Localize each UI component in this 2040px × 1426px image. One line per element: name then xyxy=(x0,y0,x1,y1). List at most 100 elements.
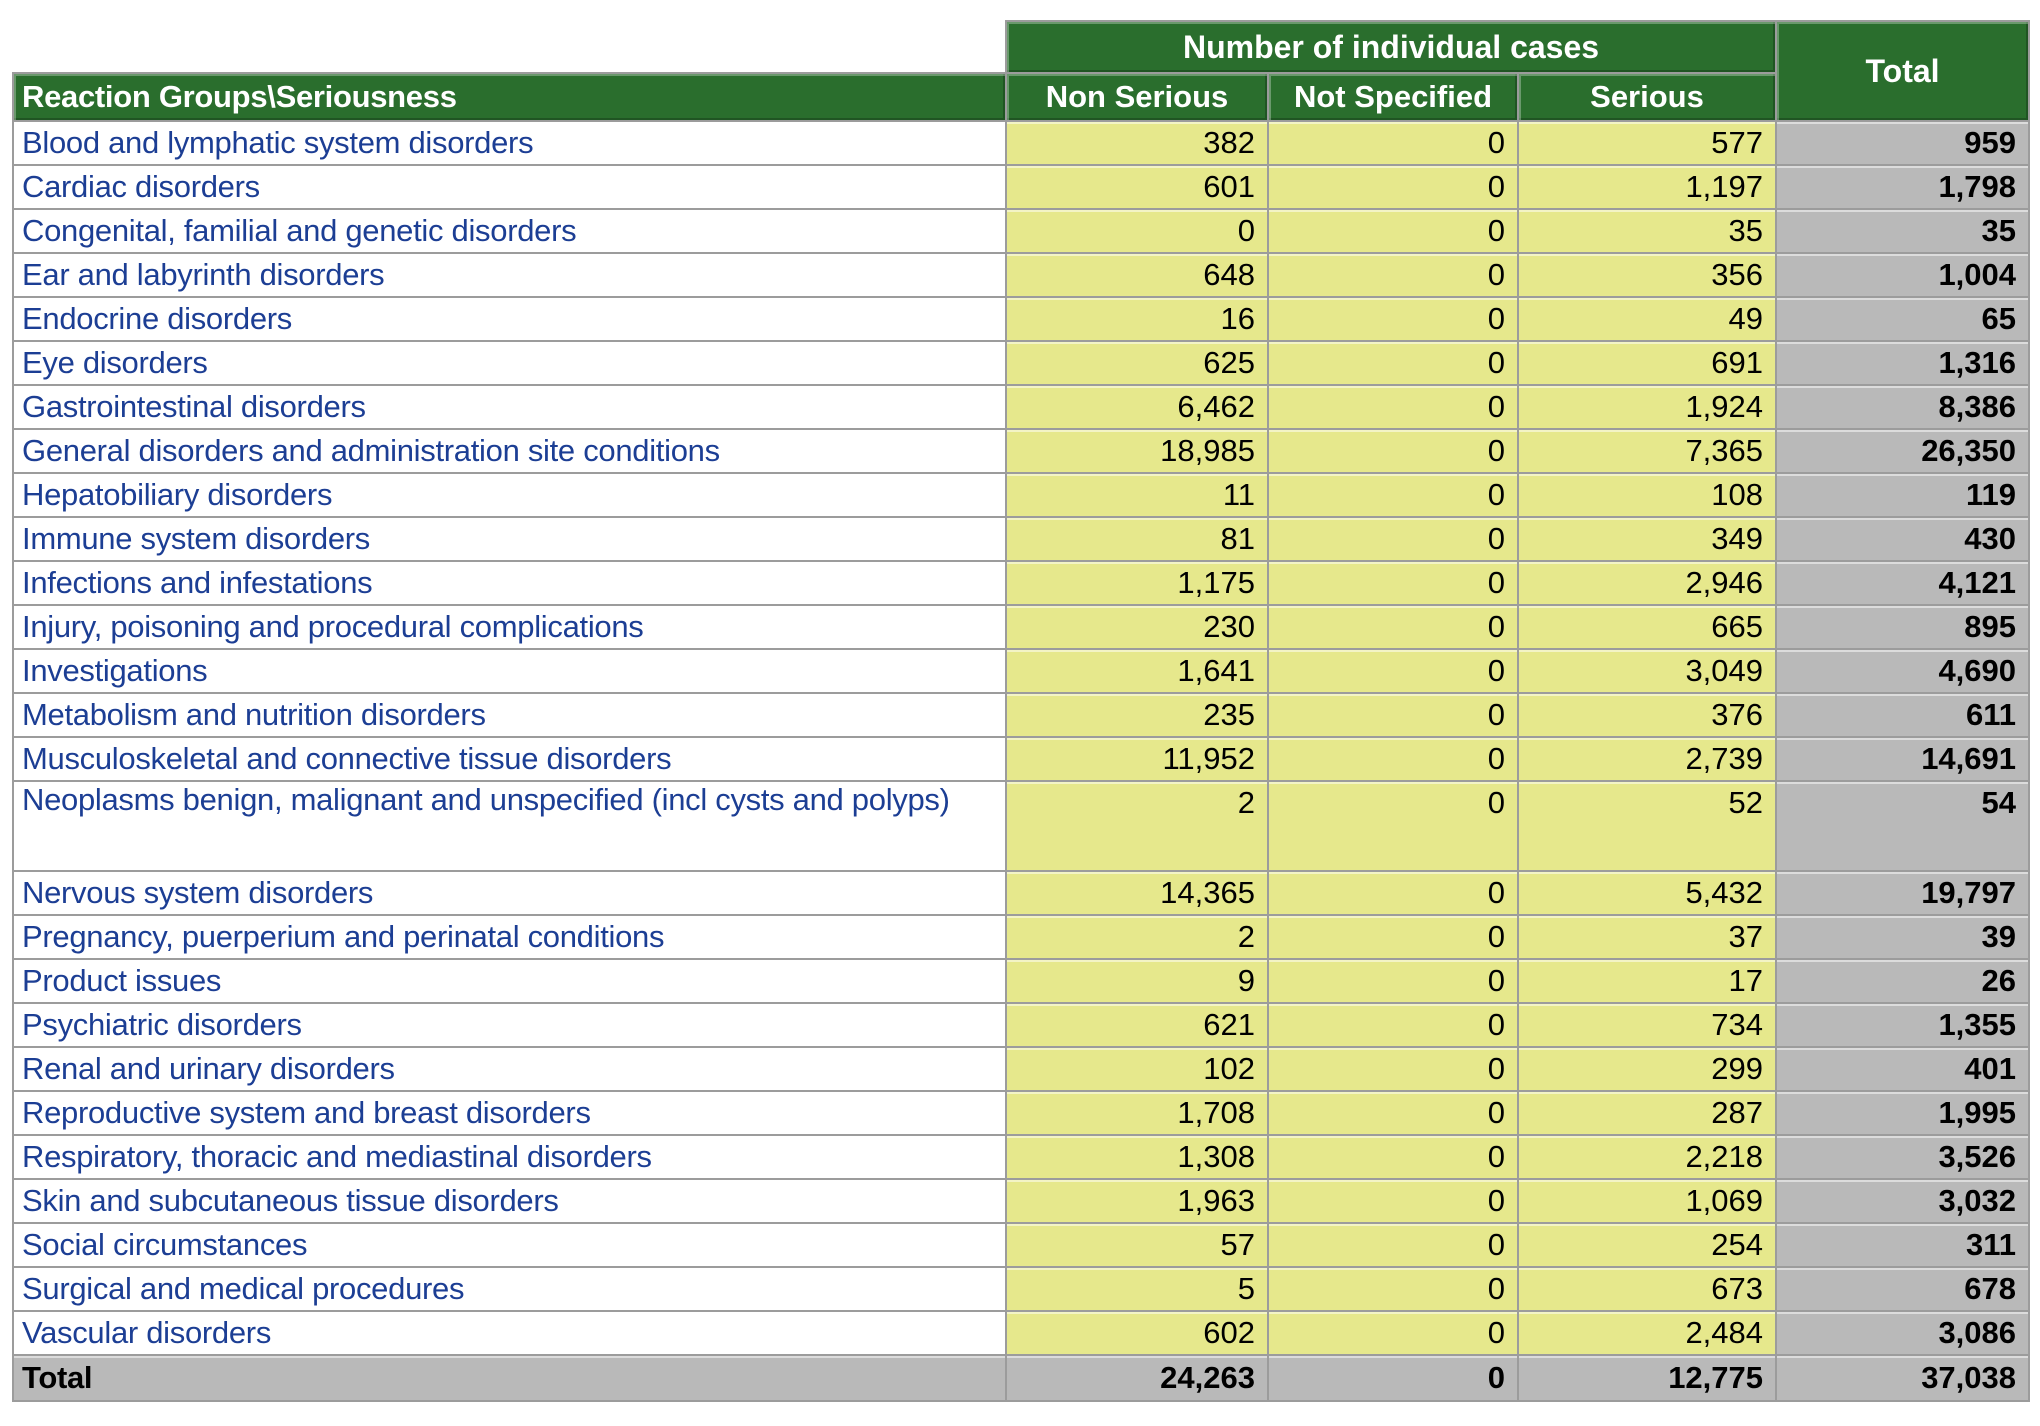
row-label-link[interactable]: Musculoskeletal and connective tissue di… xyxy=(13,737,1006,781)
not-specified-value: 0 xyxy=(1268,429,1518,473)
row-label: Eye disorders xyxy=(22,345,208,380)
row-label-link[interactable]: Metabolism and nutrition disorders xyxy=(13,693,1006,737)
row-label-link[interactable]: Ear and labyrinth disorders xyxy=(13,253,1006,297)
row-label-link[interactable]: Nervous system disorders xyxy=(13,871,1006,915)
row-label: Pregnancy, puerperium and perinatal cond… xyxy=(22,919,664,954)
non-serious-value: 11 xyxy=(1006,473,1268,517)
row-total-value: 65 xyxy=(1776,297,2029,341)
serious-value: 376 xyxy=(1518,693,1776,737)
not-specified-value: 0 xyxy=(1268,473,1518,517)
table-row: Vascular disorders60202,4843,086 xyxy=(13,1311,2029,1355)
table-row: Metabolism and nutrition disorders235037… xyxy=(13,693,2029,737)
column-header-total: Total xyxy=(1776,21,2029,121)
not-specified-value: 0 xyxy=(1268,649,1518,693)
row-label-link[interactable]: Reproductive system and breast disorders xyxy=(13,1091,1006,1135)
non-serious-value: 102 xyxy=(1006,1047,1268,1091)
row-total-value: 611 xyxy=(1776,693,2029,737)
row-total-value: 4,690 xyxy=(1776,649,2029,693)
row-label-link[interactable]: Congenital, familial and genetic disorde… xyxy=(13,209,1006,253)
table-row: Reproductive system and breast disorders… xyxy=(13,1091,2029,1135)
not-specified-value: 0 xyxy=(1268,253,1518,297)
column-header-row: Reaction Groups\Seriousness Non Serious … xyxy=(13,73,2029,121)
non-serious-value: 1,641 xyxy=(1006,649,1268,693)
table-row: Injury, poisoning and procedural complic… xyxy=(13,605,2029,649)
row-label: Reproductive system and breast disorders xyxy=(22,1095,591,1130)
row-total-value: 8,386 xyxy=(1776,385,2029,429)
row-label-link[interactable]: Endocrine disorders xyxy=(13,297,1006,341)
row-label-link[interactable]: Product issues xyxy=(13,959,1006,1003)
row-total-value: 430 xyxy=(1776,517,2029,561)
row-label-link[interactable]: Renal and urinary disorders xyxy=(13,1047,1006,1091)
row-label-link[interactable]: Investigations xyxy=(13,649,1006,693)
row-total-value: 1,355 xyxy=(1776,1003,2029,1047)
row-label-link[interactable]: Gastrointestinal disorders xyxy=(13,385,1006,429)
not-specified-value: 0 xyxy=(1268,605,1518,649)
serious-value: 356 xyxy=(1518,253,1776,297)
column-header-serious: Serious xyxy=(1518,73,1776,121)
row-label-link[interactable]: General disorders and administration sit… xyxy=(13,429,1006,473)
serious-value: 2,218 xyxy=(1518,1135,1776,1179)
row-total-value: 1,004 xyxy=(1776,253,2029,297)
serious-value: 665 xyxy=(1518,605,1776,649)
not-specified-value: 0 xyxy=(1268,959,1518,1003)
row-label: Ear and labyrinth disorders xyxy=(22,257,384,292)
row-label: Skin and subcutaneous tissue disorders xyxy=(22,1183,559,1218)
row-label-link[interactable]: Neoplasms benign, malignant and unspecif… xyxy=(13,781,1006,871)
row-label: Cardiac disorders xyxy=(22,169,260,204)
row-total-value: 959 xyxy=(1776,121,2029,165)
row-label-link[interactable]: Immune system disorders xyxy=(13,517,1006,561)
table-row: Musculoskeletal and connective tissue di… xyxy=(13,737,2029,781)
row-label-link[interactable]: Eye disorders xyxy=(13,341,1006,385)
row-label-link[interactable]: Blood and lymphatic system disorders xyxy=(13,121,1006,165)
non-serious-value: 1,708 xyxy=(1006,1091,1268,1135)
non-serious-value: 621 xyxy=(1006,1003,1268,1047)
table-row: Surgical and medical procedures50673678 xyxy=(13,1267,2029,1311)
not-specified-value: 0 xyxy=(1268,915,1518,959)
row-label: Congenital, familial and genetic disorde… xyxy=(22,213,576,248)
row-label-link[interactable]: Surgical and medical procedures xyxy=(13,1267,1006,1311)
row-label-link[interactable]: Psychiatric disorders xyxy=(13,1003,1006,1047)
row-total-value: 39 xyxy=(1776,915,2029,959)
row-label-link[interactable]: Cardiac disorders xyxy=(13,165,1006,209)
column-header-not-specified: Not Specified xyxy=(1268,73,1518,121)
table-row: Hepatobiliary disorders110108119 xyxy=(13,473,2029,517)
table-row: Gastrointestinal disorders6,46201,9248,3… xyxy=(13,385,2029,429)
total-serious-value: 12,775 xyxy=(1518,1355,1776,1401)
table-row: Cardiac disorders60101,1971,798 xyxy=(13,165,2029,209)
non-serious-value: 2 xyxy=(1006,915,1268,959)
not-specified-value: 0 xyxy=(1268,1267,1518,1311)
row-total-value: 3,032 xyxy=(1776,1179,2029,1223)
not-specified-value: 0 xyxy=(1268,737,1518,781)
not-specified-value: 0 xyxy=(1268,1223,1518,1267)
table-row: Pregnancy, puerperium and perinatal cond… xyxy=(13,915,2029,959)
group-header-number-of-individual-cases: Number of individual cases xyxy=(1006,21,1776,73)
non-serious-value: 1,308 xyxy=(1006,1135,1268,1179)
not-specified-value: 0 xyxy=(1268,209,1518,253)
row-label-link[interactable]: Pregnancy, puerperium and perinatal cond… xyxy=(13,915,1006,959)
serious-value: 299 xyxy=(1518,1047,1776,1091)
row-total-value: 3,086 xyxy=(1776,1311,2029,1355)
row-label-link[interactable]: Social circumstances xyxy=(13,1223,1006,1267)
row-total-value: 26 xyxy=(1776,959,2029,1003)
row-label-link[interactable]: Respiratory, thoracic and mediastinal di… xyxy=(13,1135,1006,1179)
table-row: Skin and subcutaneous tissue disorders1,… xyxy=(13,1179,2029,1223)
non-serious-value: 11,952 xyxy=(1006,737,1268,781)
serious-value: 673 xyxy=(1518,1267,1776,1311)
row-total-value: 678 xyxy=(1776,1267,2029,1311)
row-total-value: 895 xyxy=(1776,605,2029,649)
column-header-non-serious: Non Serious xyxy=(1006,73,1268,121)
non-serious-value: 625 xyxy=(1006,341,1268,385)
serious-value: 691 xyxy=(1518,341,1776,385)
non-serious-value: 235 xyxy=(1006,693,1268,737)
row-label: Psychiatric disorders xyxy=(22,1007,302,1042)
row-total-value: 4,121 xyxy=(1776,561,2029,605)
non-serious-value: 382 xyxy=(1006,121,1268,165)
serious-value: 2,739 xyxy=(1518,737,1776,781)
row-label-link[interactable]: Hepatobiliary disorders xyxy=(13,473,1006,517)
row-total-value: 1,316 xyxy=(1776,341,2029,385)
row-label-link[interactable]: Infections and infestations xyxy=(13,561,1006,605)
row-label-link[interactable]: Vascular disorders xyxy=(13,1311,1006,1355)
row-label-link[interactable]: Injury, poisoning and procedural complic… xyxy=(13,605,1006,649)
row-label-link[interactable]: Skin and subcutaneous tissue disorders xyxy=(13,1179,1006,1223)
serious-value: 734 xyxy=(1518,1003,1776,1047)
